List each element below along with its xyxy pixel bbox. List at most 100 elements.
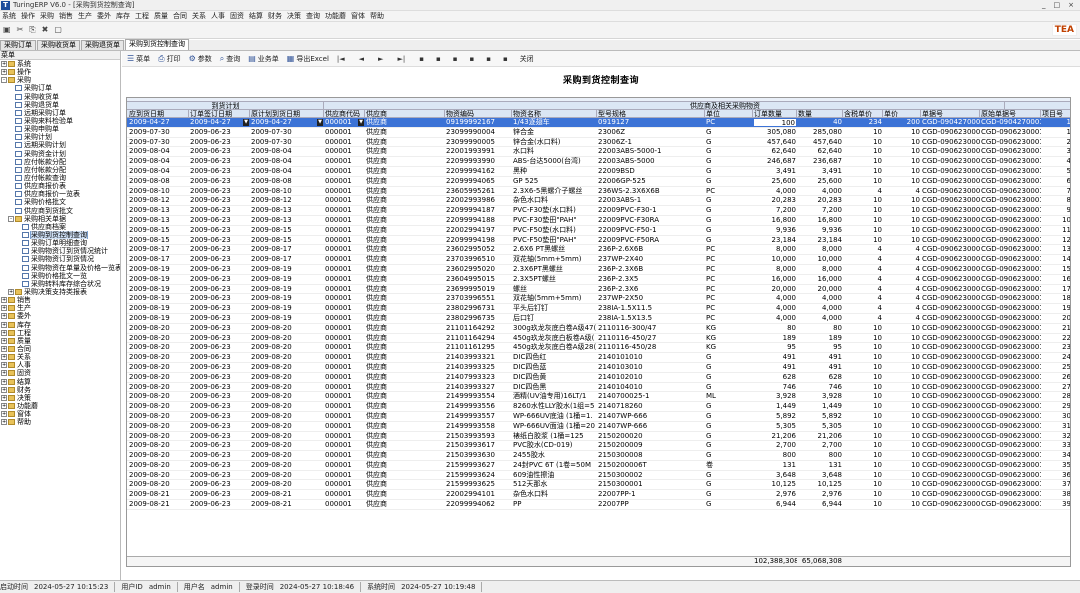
table-row[interactable]: 2009-08-21 2009-06-23 2009-08-21 000001 供应商 2… [127,500,1070,510]
toolbar-button-2[interactable]: ⚙ 参数 [189,54,212,64]
table-row[interactable]: 2009-07-30 2009-06-23 2009-07-30 000001 供应商 2… [127,138,1070,148]
tree-expander-icon[interactable]: + [1,386,7,393]
tree-node[interactable]: + 系统 [0,60,120,68]
table-cell[interactable]: 0919127 [597,118,705,127]
table-row[interactable]: 2009-08-20 2009-06-23 2009-08-20 000001 供应商 2… [127,461,1070,471]
menu-item[interactable]: 销售 [59,11,73,21]
tree-node[interactable]: 远期采购订单 [0,109,120,117]
next-record-button[interactable]: ► [378,55,383,63]
menu-item[interactable]: 帮助 [370,11,384,21]
menu-item[interactable]: 查询 [306,11,320,21]
tree-node[interactable]: 采购资金计划 [0,150,120,158]
column-header[interactable]: 型号规格 [597,110,705,118]
tree-node[interactable]: 远期采购计划 [0,141,120,149]
tree-node[interactable]: + 工程 [0,329,120,337]
tree-expander-icon[interactable]: + [1,411,7,418]
toolbar-button-1[interactable]: ⎙ 打印 [158,54,180,64]
table-cell[interactable]: 200 [883,118,921,127]
menu-item[interactable]: 关系 [192,11,206,21]
tree-node[interactable]: 采购到货控制查询 [0,230,120,240]
tree-node[interactable]: + 销售 [0,296,120,304]
table-row[interactable]: 2009-08-20 2009-06-23 2009-08-20 000001 供应商 2… [127,471,1070,481]
table-row[interactable]: 2009-08-20 2009-06-23 2009-08-20 000001 供应商 2… [127,343,1070,354]
menu-item[interactable]: 工程 [135,11,149,21]
column-header[interactable]: 物资编码 [445,110,512,118]
table-row[interactable]: 2009-08-20 2009-06-23 2009-08-20 000001 供应商 2… [127,412,1070,422]
table-row[interactable]: 2009-08-19 2009-06-23 2009-08-19 000001 供应商 2… [127,314,1070,324]
toolbar-icon[interactable]: ▣ [3,25,11,35]
tree-node[interactable]: + 功能蘑 [0,402,120,410]
tree-node[interactable]: 供应商到货批文 [0,207,120,215]
menu-item[interactable]: 结算 [249,11,263,21]
menu-item[interactable]: 合同 [173,11,187,21]
column-header[interactable]: 数量 [797,110,843,118]
tree-node[interactable]: 采购价格批文 [0,198,120,206]
table-cell[interactable]: 2009-04-27 ▼ [250,118,324,127]
tree-node[interactable]: + 采购决策支持类报表 [0,288,120,296]
table-row[interactable]: 2009-08-17 2009-06-23 2009-08-17 000001 供应商 2… [127,245,1070,256]
column-header[interactable]: 含税单价 [843,110,883,118]
tree-expander-icon[interactable]: + [1,362,7,369]
table-row[interactable]: 2009-08-17 2009-06-23 2009-08-17 000001 供应商 2… [127,255,1070,265]
export-icon[interactable]: ▪ [503,55,508,63]
minimize-button[interactable]: _ [1042,1,1046,9]
dropdown-arrow-icon[interactable]: ▼ [317,119,323,126]
table-row[interactable]: 2009-08-15 2009-06-23 2009-08-15 000001 供应商 2… [127,236,1070,246]
tree-expander-icon[interactable]: + [1,69,7,76]
tree-node[interactable]: + 帮助 [0,418,120,426]
menu-item[interactable]: 质量 [154,11,168,21]
table-row[interactable]: 2009-08-20 2009-06-23 2009-08-20 000001 供应商 2… [127,422,1070,432]
menu-item[interactable]: 系统 [2,11,16,21]
table-row[interactable]: 2009-08-04 2009-06-23 2009-08-04 000001 供应商 2… [127,147,1070,158]
dropdown-arrow-icon[interactable]: ▼ [243,119,249,126]
tree-expander-icon[interactable]: + [1,354,7,361]
tree-expander-icon[interactable]: + [1,329,7,336]
table-cell[interactable]: 40 [797,118,843,127]
table-row[interactable]: 2009-08-20 2009-06-23 2009-08-20 000001 供应商 2… [127,383,1070,393]
tree-node[interactable]: 采购物资订到货情况统计 [0,247,120,255]
table-row[interactable]: 2009-08-20 2009-06-23 2009-08-20 000001 供应商 2… [127,353,1070,363]
tree-node[interactable]: 供应商档案 [0,223,120,231]
tree-expander-icon[interactable]: + [1,378,7,385]
first-record-button[interactable]: |◄ [337,55,345,63]
tree-node[interactable]: 应付帐款查询 [0,174,120,182]
maximize-button[interactable]: □ [1054,1,1061,9]
tree-expander-icon[interactable]: + [1,345,7,352]
menu-item[interactable]: 决策 [287,11,301,21]
tab-item[interactable]: 采购收货单 [37,40,80,50]
tree-expander-icon[interactable]: + [1,394,7,401]
column-header[interactable]: 单据号 [921,110,980,118]
table-row[interactable]: 2009-08-19 2009-06-23 2009-08-19 000001 供应商 2… [127,275,1070,285]
tree-expander-icon[interactable]: + [1,419,7,426]
tree-expander-icon[interactable]: + [1,321,7,328]
tree-node[interactable]: + 结算 [0,377,120,386]
table-cell[interactable]: 供应商 [365,118,445,127]
disk-icon[interactable]: ▪ [486,55,491,63]
tab-item[interactable]: 采购订单 [0,40,36,50]
tree-expander-icon[interactable]: + [1,305,7,312]
tree-node[interactable]: 采购订单明细查询 [0,239,120,247]
table-row[interactable]: 2009-08-15 2009-06-23 2009-08-15 000001 供应商 2… [127,226,1070,236]
tag-icon[interactable]: ▪ [419,55,424,63]
tree-node[interactable]: 采购物资订到货情况 [0,255,120,263]
table-row[interactable]: 2009-04-27 2009-04-27 ▼ 2009-04-27 ▼ 000001 ▼ 供… [127,118,1070,128]
table-row[interactable]: 2009-08-20 2009-06-23 2009-08-20 000001 供应商 2… [127,324,1070,334]
tree-expander-icon[interactable]: + [1,402,7,409]
tree-expander-icon[interactable]: + [1,61,7,68]
tree-node[interactable]: + 库存 [0,321,120,329]
tree-node[interactable]: 采购来料检验单 [0,117,120,125]
table-cell[interactable]: 1/43逐翅车 [512,118,597,127]
table-row[interactable]: 2009-08-20 2009-06-23 2009-08-20 000001 供应商 2… [127,373,1070,383]
table-cell[interactable]: CGD-0904270001 [921,118,980,127]
column-header[interactable]: 单价 [883,110,921,118]
toolbar-icon[interactable]: ✖ [42,25,49,35]
table-row[interactable]: 2009-08-20 2009-06-23 2009-08-20 000001 供应商 2… [127,334,1070,344]
table-cell[interactable]: 09199992167 [445,118,512,127]
table-cell[interactable]: 2009-04-27 ▼ [189,118,250,127]
menu-item[interactable]: 库存 [116,11,130,21]
column-header[interactable]: 原计划到货日期 [250,110,324,118]
tree-node[interactable]: 供应商报价表 [0,182,120,190]
edit-icon[interactable]: ▪ [436,55,441,63]
tree-node[interactable]: + 财务 [0,386,120,394]
tree-expander-icon[interactable]: - [8,215,14,222]
